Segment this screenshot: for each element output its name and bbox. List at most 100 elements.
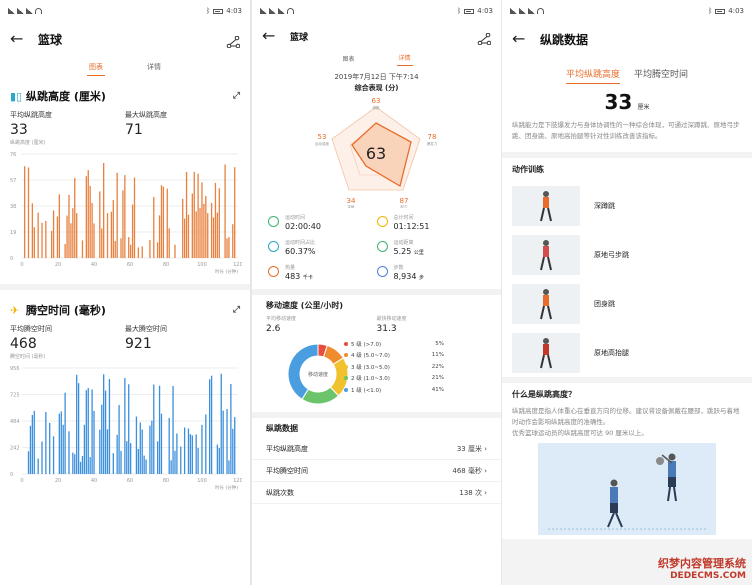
tab-chart[interactable]: 图表 xyxy=(340,51,356,66)
exercise-item[interactable]: 原地高抬腿 xyxy=(502,328,752,377)
share-icon[interactable] xyxy=(477,30,492,46)
chart-bar xyxy=(103,163,105,258)
x-tick-label: 80 xyxy=(163,262,169,268)
chart-bar xyxy=(130,244,132,258)
max-airtime-label: 最大腾空时间 xyxy=(125,325,167,333)
chart-bar xyxy=(81,240,84,258)
chart-bar xyxy=(187,214,190,258)
chart-bar xyxy=(201,424,203,474)
chart-bar xyxy=(114,240,116,258)
chart-bar xyxy=(156,441,159,474)
metric-icon xyxy=(376,216,388,227)
exercise-item[interactable]: 团身跳 xyxy=(502,279,752,328)
radar-chart: 63 63 弹跳 78 爆发力 87 耐力 34 突破 53 运动强度 xyxy=(315,97,438,209)
chart-bar xyxy=(172,385,174,474)
chart-bar xyxy=(37,212,39,258)
chart-bar xyxy=(141,246,143,258)
jump-data-row[interactable]: 平均纵跳高度 33 厘米 › xyxy=(252,438,501,460)
chart-bar xyxy=(168,228,170,258)
jump-data-row[interactable]: 平均腾空时间 468 毫秒 › xyxy=(252,460,501,482)
athlete-icon xyxy=(540,337,552,368)
jump-height-chart: 76 57 38 19 0 0 20 40 60 80 100 120 时长 (分钟) xyxy=(8,150,243,280)
exercise-item[interactable]: 深蹲跳 xyxy=(502,181,752,230)
jump-data-section-title: 纵跳数据 xyxy=(266,423,298,433)
chart-bar xyxy=(183,218,186,258)
jump-height-chart-svg: 76 57 38 19 0 0 20 40 60 80 100 120时长 (分钟) xyxy=(10,152,243,275)
zone-dot xyxy=(344,341,348,346)
chart-bar xyxy=(166,188,168,258)
chart-bar xyxy=(195,434,197,474)
tab-details[interactable]: 详情 xyxy=(396,50,413,66)
chart-bar xyxy=(158,215,161,258)
metrics-grid: 运动时间 02:00:40 总计时间 01:12:51 运动时间占比 60.37% 运… xyxy=(252,208,501,281)
expand-icon[interactable]: ⤢ xyxy=(233,305,240,315)
zone-dot xyxy=(344,364,348,369)
tab-chart[interactable]: 图表 xyxy=(87,59,105,76)
jump-data-row[interactable]: 纵跳次数 138 次 › xyxy=(252,482,501,504)
expand-icon[interactable]: ⤢ xyxy=(233,91,240,101)
airtime-axis-label: 腾空时间 (毫秒) xyxy=(10,354,46,360)
screen-detail-view: ᛒ 4:03 ← 篮球 图表 详情 2019年7月12日 下午7:14 综合表现 … xyxy=(252,0,501,585)
zone-pct: 21% xyxy=(431,375,444,382)
chart-bar xyxy=(191,435,193,474)
chart-bar xyxy=(228,460,230,474)
metric-value: 483 xyxy=(285,272,301,281)
chart-bar xyxy=(31,203,34,258)
avg-speed-label: 平均移动速度 xyxy=(266,316,297,322)
chart-bar xyxy=(212,217,215,258)
chart-bar xyxy=(33,227,35,258)
chart-bar xyxy=(64,392,66,474)
watermark-url: DEDECMS.COM xyxy=(670,571,746,581)
chart-bar xyxy=(52,436,55,474)
metric-item: 运动距离 5.25 公里 xyxy=(376,239,486,256)
exercise-item[interactable]: 原地弓步跳 xyxy=(502,230,752,279)
speed-section-title: 移动速度 (公里/小时) xyxy=(266,300,344,310)
back-arrow-icon[interactable]: ← xyxy=(512,31,528,47)
speed-zones: 移动速度 5 级 (>7.0) 5% 4 级 (5.0~7.0) 11% 3 级 (3.… xyxy=(252,334,501,412)
chart-bar xyxy=(91,202,93,258)
tab-bar: 图表 详情 xyxy=(252,50,501,66)
chart-bar xyxy=(195,211,197,258)
chevron-right-icon: › xyxy=(484,444,487,453)
row-value: 33 厘米 xyxy=(456,444,482,453)
chart-bar xyxy=(72,452,74,474)
exercise-thumbnail xyxy=(512,185,580,226)
tab-details[interactable]: 详情 xyxy=(145,59,163,75)
x-tick-label: 40 xyxy=(91,262,97,268)
radar-label-0: 弹跳 xyxy=(373,105,381,110)
metric-label: 运动时间占比 xyxy=(285,240,316,246)
chart-bar xyxy=(68,431,70,474)
chart-bar xyxy=(41,222,43,258)
chart-bar xyxy=(124,378,126,474)
athlete-icon xyxy=(540,239,552,270)
y-tick-label: 484 xyxy=(10,419,20,425)
chart-bar xyxy=(110,211,113,258)
max-jump-value: 71 xyxy=(125,122,143,138)
chart-bar xyxy=(106,213,109,258)
wifi-icon xyxy=(537,8,544,14)
chart-bar xyxy=(149,425,151,474)
share-icon[interactable] xyxy=(226,33,241,49)
metric-icon xyxy=(268,266,279,277)
back-arrow-icon[interactable]: ← xyxy=(262,28,278,44)
status-time: 4:03 xyxy=(728,7,744,15)
radar-label-1: 爆发力 xyxy=(427,141,438,146)
avg-airtime-label: 平均腾空时间 xyxy=(10,325,52,333)
chart-bar xyxy=(153,196,155,258)
chart-bar xyxy=(74,177,76,258)
chart-bar xyxy=(89,457,91,474)
back-arrow-icon[interactable]: ← xyxy=(10,31,26,47)
chart-bar xyxy=(45,220,47,258)
tab-avg-airtime[interactable]: 平均腾空时间 xyxy=(634,64,688,84)
exercise-name: 团身跳 xyxy=(594,299,615,308)
metric-value: 01:12:51 xyxy=(393,222,430,231)
chart-bar xyxy=(49,422,51,474)
exercise-name: 原地弓步跳 xyxy=(594,250,629,259)
tab-avg-jump-height[interactable]: 平均纵跳高度 xyxy=(565,64,620,84)
metric-item: 热量 483 千卡 xyxy=(268,264,377,281)
speed-zone-legend: 5 级 (>7.0) 5% 4 级 (5.0~7.0) 11% 3 级 (3.0~5.0… xyxy=(344,338,444,396)
metric-value: 02:00:40 xyxy=(285,222,321,231)
chart-bar xyxy=(151,420,153,474)
chart-bar xyxy=(52,210,55,258)
what-is-desc: 纵跳高度是指人体重心在垂直方向的位移。建议将设备佩戴在腰部，跳跃与着地时动作会影… xyxy=(502,406,752,428)
